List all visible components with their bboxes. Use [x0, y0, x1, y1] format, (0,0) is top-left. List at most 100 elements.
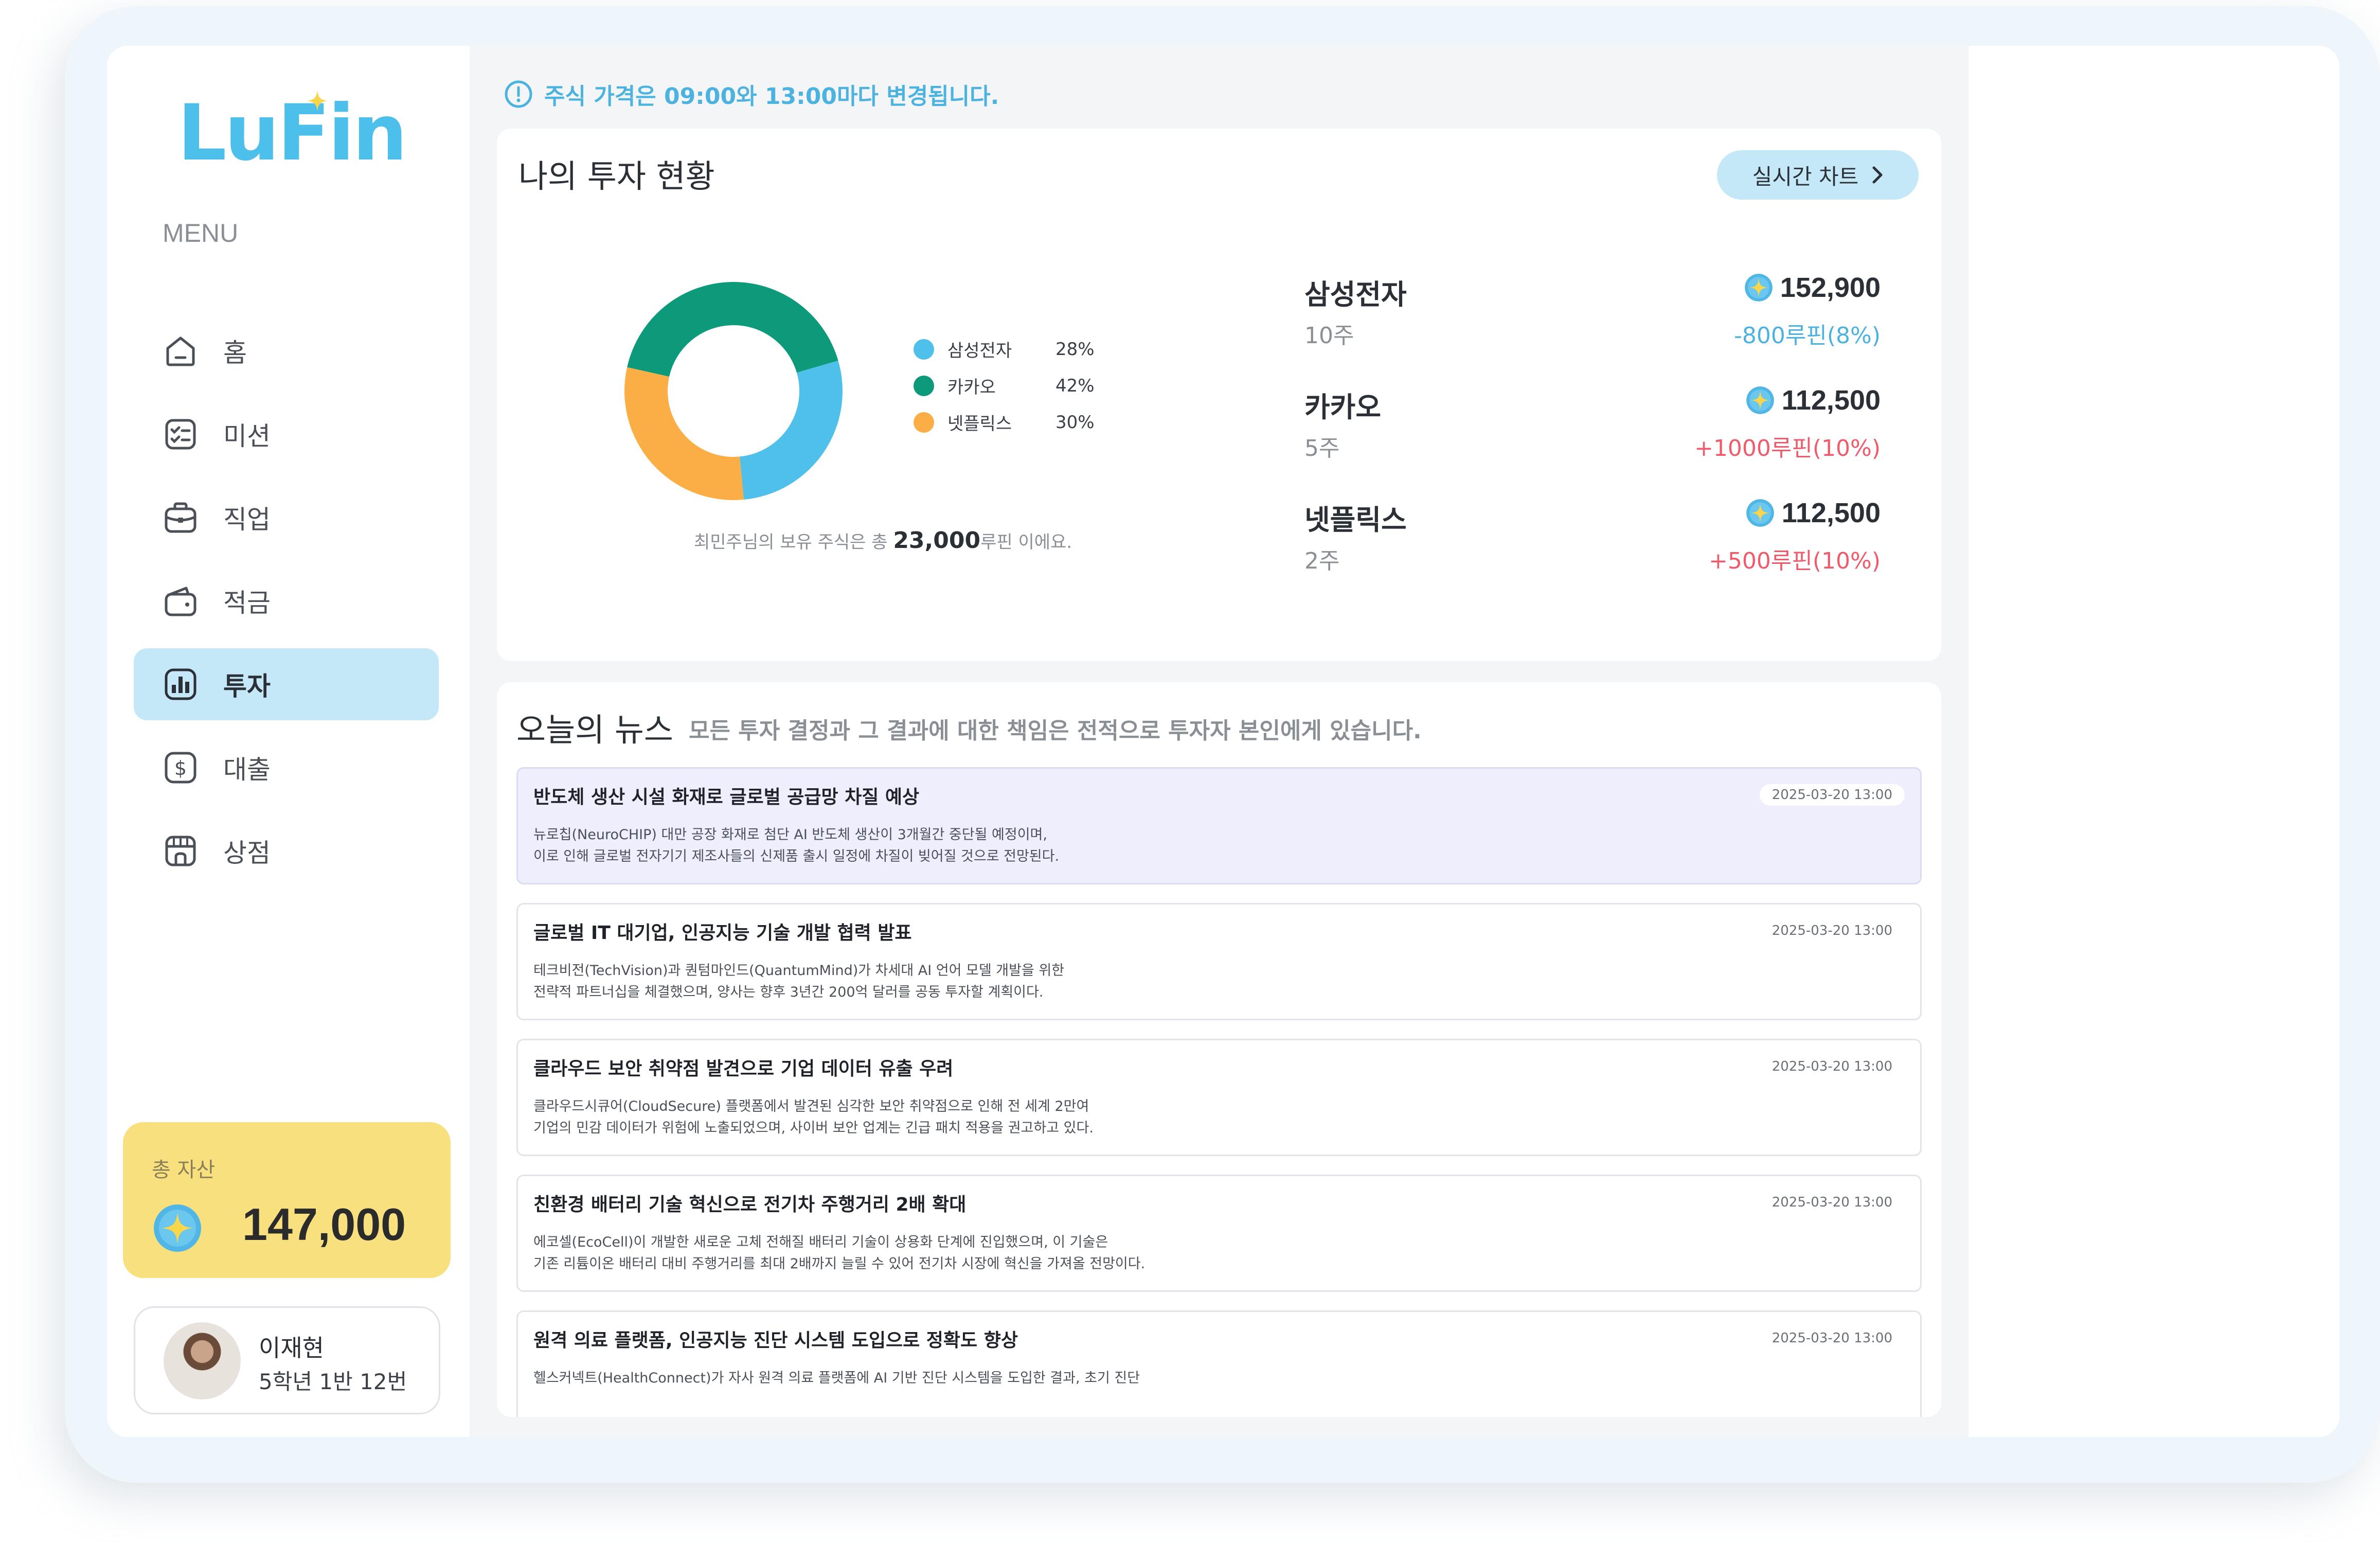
stock-change: +500루핀(10%) [1709, 548, 1881, 574]
legend-item: 넷플릭스 30% [914, 404, 1095, 440]
legend-dot [914, 375, 934, 396]
donut-slice [627, 282, 838, 377]
sidebar-item-label: 홈 [223, 338, 247, 368]
holding-prefix: 최민주님의 보유 주식은 총 [694, 532, 893, 553]
sidebar-item-label: 투자 [223, 671, 271, 701]
news-item[interactable]: 친환경 배터리 기술 혁신으로 전기차 주행거리 2배 확대 2025-03-2… [516, 1175, 1922, 1292]
news-card: 오늘의 뉴스 모든 투자 결정과 그 결과에 대한 책임은 전적으로 투자자 본… [497, 682, 1941, 1417]
news-item[interactable]: 글로벌 IT 대기업, 인공지능 기술 개발 협력 발표 2025-03-20 … [516, 903, 1922, 1020]
stock-quantity: 2주 [1304, 548, 1340, 574]
news-body-line: 이로 인해 글로벌 전자기기 제조사들의 신제품 출시 일정에 차질이 빚어질 … [533, 848, 1060, 864]
stock-price: 112,500 [1746, 384, 1881, 416]
profile-card[interactable]: 이재현 5학년 1반 12번 [134, 1306, 440, 1414]
right-panel [1969, 46, 2339, 1437]
sidebar-item-mission[interactable]: 미션 [134, 398, 439, 470]
sidebar-item-label: 적금 [223, 588, 271, 618]
donut-slice [740, 360, 843, 500]
chart-legend: 삼성전자 28% 카카오 42% 넷플릭스 30% [914, 331, 1095, 440]
news-body: 뉴로칩(NeuroCHIP) 대만 공장 화재로 첨단 AI 반도체 생산이 3… [533, 824, 1768, 867]
sidebar-item-home[interactable]: 홈 [134, 315, 439, 387]
stock-quantity: 5주 [1304, 435, 1340, 462]
sparkle-icon [307, 91, 328, 111]
holding-summary: 최민주님의 보유 주식은 총 23,000루핀 이에요. [694, 527, 1072, 554]
news-date: 2025-03-20 13:00 [1771, 1195, 1892, 1210]
logo-text: LuFin [177, 88, 407, 178]
stock-name: 넷플릭스 [1304, 504, 1407, 536]
portfolio-donut-chart [620, 278, 847, 504]
profile-name: 이재현 [259, 1334, 324, 1362]
profile-class: 5학년 1반 12번 [259, 1369, 407, 1394]
realtime-chart-button[interactable]: 실시간 차트 [1717, 150, 1919, 200]
news-item[interactable]: 반도체 생산 시설 화재로 글로벌 공급망 차질 예상 2025-03-20 1… [516, 767, 1922, 884]
stock-price-value: 112,500 [1781, 498, 1881, 528]
legend-value: 30% [1055, 412, 1095, 433]
news-body-line: 기업의 민감 데이터가 위험에 노출되었으며, 사이버 보안 업계는 긴급 패치… [533, 1120, 1094, 1136]
news-body-line: 클라우드시큐어(CloudSecure) 플랫폼에서 발견된 심각한 보안 취약… [533, 1098, 1089, 1114]
news-title: 오늘의 뉴스 [516, 711, 673, 749]
coin-icon [1744, 274, 1773, 301]
legend-value: 42% [1055, 375, 1095, 396]
sidebar-item-store[interactable]: 상점 [134, 815, 439, 887]
checklist-icon [163, 416, 199, 452]
legend-label: 넷플릭스 [947, 414, 1012, 434]
stock-row[interactable]: 카카오 5주 112,500 +1000루핀(10%) [1304, 384, 1881, 487]
news-date: 2025-03-20 13:00 [1771, 923, 1892, 938]
store-icon [163, 833, 199, 869]
news-headline: 클라우드 보안 취약점 발견으로 기업 데이터 유출 우려 [533, 1058, 954, 1079]
stock-price: 112,500 [1746, 497, 1881, 529]
total-assets-title: 총 자산 [152, 1158, 216, 1182]
sidebar-item-label: 상점 [223, 838, 271, 868]
total-assets-card: 총 자산 147,000 [123, 1122, 451, 1278]
news-body: 테크비전(TechVision)과 퀀텀마인드(QuantumMind)가 차세… [533, 960, 1768, 1003]
avatar [164, 1322, 241, 1399]
news-item[interactable]: 클라우드 보안 취약점 발견으로 기업 데이터 유출 우려 2025-03-20… [516, 1039, 1922, 1156]
news-date: 2025-03-20 13:00 [1771, 1331, 1892, 1346]
stock-change: +1000루핀(10%) [1694, 435, 1881, 462]
sidebar-item-job[interactable]: 직업 [134, 482, 439, 554]
news-body-line: 뉴로칩(NeuroCHIP) 대만 공장 화재로 첨단 AI 반도체 생산이 3… [533, 827, 1047, 843]
holding-amount: 23,000 [893, 527, 981, 554]
stock-name: 카카오 [1304, 391, 1382, 423]
legend-dot [914, 412, 934, 433]
sidebar-item-label: 미션 [223, 421, 271, 451]
sidebar-item-label: 직업 [223, 505, 271, 535]
legend-item: 삼성전자 28% [914, 331, 1095, 367]
wallet-icon [163, 583, 199, 619]
chevron-right-icon [1872, 166, 1883, 184]
stock-quantity: 10주 [1304, 323, 1354, 349]
legend-item: 카카오 42% [914, 367, 1095, 404]
realtime-chart-label: 실시간 차트 [1752, 164, 1859, 189]
briefcase-icon [163, 500, 199, 536]
sidebar-item-label: 대출 [223, 755, 271, 785]
donut-slice [624, 367, 744, 500]
sidebar-item-savings[interactable]: 적금 [134, 565, 439, 637]
news-headline: 원격 의료 플랫폼, 인공지능 진단 시스템 도입으로 정확도 향상 [533, 1330, 1018, 1351]
news-body-line: 기존 리튬이온 배터리 대비 주행거리를 최대 2배까지 늘릴 수 있어 전기차… [533, 1256, 1146, 1272]
stock-change: -800루핀(8%) [1734, 323, 1881, 349]
news-date: 2025-03-20 13:00 [1759, 784, 1905, 806]
stock-price: 152,900 [1744, 272, 1881, 304]
news-body-line: 에코셀(EcoCell)이 개발한 새로운 고체 전해질 배터리 기술이 상용화… [533, 1234, 1108, 1250]
news-body-line: 헬스커넥트(HealthConnect)가 자사 원격 의료 플랫폼에 AI 기… [533, 1370, 1140, 1386]
legend-label: 삼성전자 [947, 341, 1012, 361]
news-date: 2025-03-20 13:00 [1771, 1059, 1892, 1074]
news-body-line: 전략적 파트너십을 체결했으며, 양사는 향후 3년간 200억 달러를 공동 … [533, 984, 1044, 1000]
news-headline: 반도체 생산 시설 화재로 글로벌 공급망 차질 예상 [533, 787, 920, 808]
news-item[interactable]: 원격 의료 플랫폼, 인공지능 진단 시스템 도입으로 정확도 향상 2025-… [516, 1310, 1922, 1417]
legend-value: 28% [1055, 339, 1095, 360]
stock-name: 삼성전자 [1304, 278, 1407, 311]
stock-price-value: 112,500 [1781, 385, 1881, 416]
price-notice: 주식 가격은 09:00와 13:00마다 변경됩니다. [504, 78, 999, 111]
logo[interactable]: LuFin [177, 88, 407, 178]
holding-suffix: 루핀 이에요. [980, 532, 1072, 553]
portfolio-card: 나의 투자 현황 실시간 차트 삼성전자 28% 카카오 42% 넷플릭스 30… [497, 129, 1941, 661]
coin-icon [1746, 499, 1774, 527]
coin-icon [154, 1204, 201, 1252]
stock-row[interactable]: 넷플릭스 2주 112,500 +500루핀(10%) [1304, 497, 1881, 600]
sidebar-item-invest[interactable]: 투자 [134, 648, 439, 720]
news-headline: 친환경 배터리 기술 혁신으로 전기차 주행거리 2배 확대 [533, 1194, 967, 1215]
chart-icon [163, 666, 199, 702]
total-assets-value: 147,000 [242, 1199, 406, 1250]
stock-row[interactable]: 삼성전자 10주 152,900 -800루핀(8%) [1304, 272, 1881, 375]
sidebar-item-loan[interactable]: $ 대출 [134, 732, 439, 804]
